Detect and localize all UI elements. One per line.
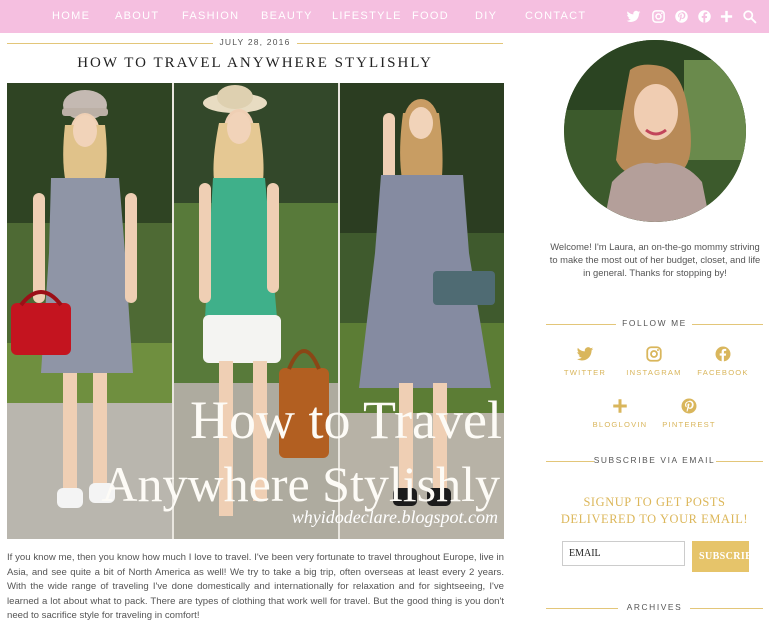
social-pinterest[interactable]: PINTEREST (644, 397, 734, 429)
instagram-icon[interactable] (651, 9, 666, 24)
search-icon[interactable] (742, 9, 757, 24)
subscribe-title: SUBSCRIBE VIA EMAIL (593, 455, 716, 465)
pinterest-icon (681, 398, 697, 414)
signup-line-2: DELIVERED TO YOUR EMAIL! (560, 512, 749, 526)
post-date-row: JULY 28, 2016 (7, 37, 503, 49)
signup-prompt: SIGNUP TO GET POSTS DELIVERED TO YOUR EM… (546, 494, 763, 528)
archives-title: ARCHIVES (626, 602, 683, 612)
follow-me-title: FOLLOW ME (622, 318, 687, 328)
nav-contact[interactable]: CONTACT (525, 0, 586, 33)
follow-me-heading: FOLLOW ME (546, 318, 763, 330)
post-title[interactable]: HOW TO TRAVEL ANYWHERE STYLISHLY (7, 55, 503, 72)
nav-lifestyle[interactable]: LIFESTYLE (332, 0, 402, 33)
instagram-icon (646, 346, 662, 362)
plus-icon (613, 399, 627, 413)
profile-photo-illustration (564, 40, 746, 222)
twitter-icon (576, 347, 594, 361)
image-overlay-title-line2: Anywhere Stylishly (101, 456, 500, 512)
nav-fashion[interactable]: FASHION (182, 0, 239, 33)
nav-diy[interactable]: DIY (475, 0, 497, 33)
plus-icon[interactable] (719, 9, 734, 24)
post-hero-image[interactable]: How to Travel Anywhere Stylishly whyidod… (7, 83, 504, 539)
nav-food[interactable]: FOOD (412, 0, 449, 33)
social-label: PINTEREST (662, 420, 716, 429)
top-navigation-bar: HOME ABOUT FASHION BEAUTY LIFESTYLE FOOD… (0, 0, 769, 33)
social-label: FACEBOOK (697, 368, 749, 377)
nav-home[interactable]: HOME (52, 0, 90, 33)
nav-beauty[interactable]: BEAUTY (261, 0, 313, 33)
post-body-text: If you know me, then you know how much I… (7, 552, 504, 620)
signup-line-1: SIGNUP TO GET POSTS (583, 495, 726, 509)
facebook-icon (715, 346, 731, 362)
image-watermark: whyidodeclare.blogspot.com (291, 507, 498, 527)
email-field[interactable] (562, 541, 685, 566)
subscribe-button[interactable]: SUBSCRIBE (692, 541, 749, 572)
facebook-icon[interactable] (697, 9, 712, 24)
image-overlay-title-line1: How to Travel (189, 390, 502, 450)
post-date: JULY 28, 2016 (7, 37, 503, 47)
social-facebook[interactable]: FACEBOOK (678, 345, 768, 377)
avatar (564, 40, 746, 222)
nav-about[interactable]: ABOUT (115, 0, 159, 33)
welcome-text: Welcome! I'm Laura, an on-the-go mommy s… (549, 241, 761, 279)
archives-heading: ARCHIVES (546, 602, 763, 614)
post-date-text: JULY 28, 2016 (213, 37, 297, 47)
twitter-icon[interactable] (626, 9, 641, 24)
pinterest-icon[interactable] (674, 9, 689, 24)
subscribe-heading: SUBSCRIBE VIA EMAIL (546, 455, 763, 467)
